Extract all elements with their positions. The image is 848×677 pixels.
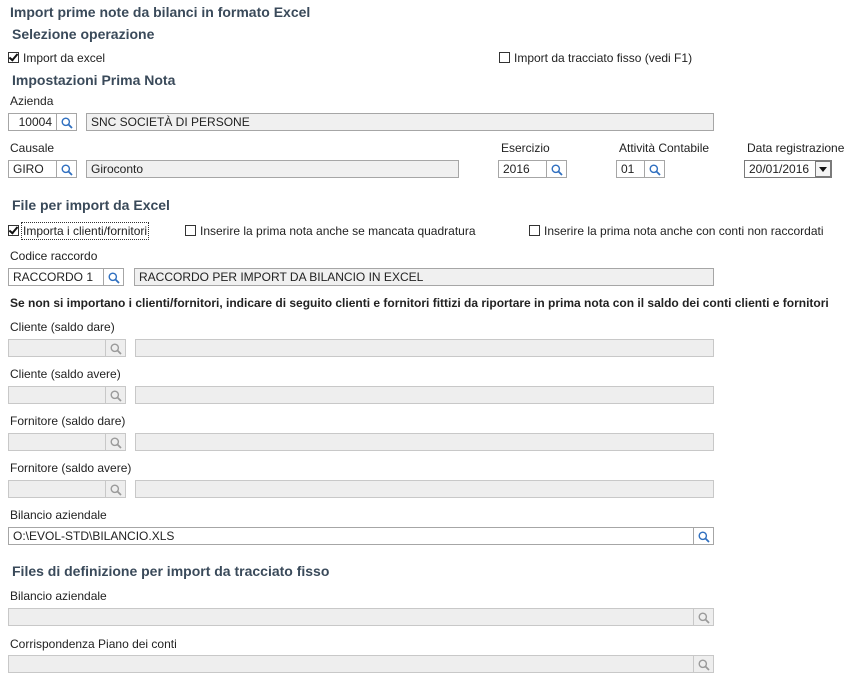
section-title-operation: Selezione operazione bbox=[12, 26, 155, 42]
chevron-down-icon[interactable] bbox=[815, 161, 831, 177]
search-icon bbox=[698, 612, 710, 624]
azienda-description: SNC SOCIETÀ DI PERSONE bbox=[86, 113, 714, 131]
section-title-settings: Impostazioni Prima Nota bbox=[12, 72, 176, 88]
bilancio-excel-browse-button[interactable] bbox=[694, 527, 714, 545]
bilancio-fisso-input[interactable] bbox=[8, 608, 694, 626]
clienti-fornitori-note: Se non si importano i clienti/fornitori,… bbox=[10, 296, 829, 310]
causale-search-button[interactable] bbox=[57, 160, 77, 178]
search-icon bbox=[551, 164, 563, 176]
search-icon bbox=[110, 484, 122, 496]
import-clienti-checkbox[interactable] bbox=[8, 225, 19, 237]
import-fixed-checkbox[interactable] bbox=[499, 52, 510, 64]
search-icon bbox=[61, 117, 73, 129]
search-icon bbox=[110, 437, 122, 449]
import-excel-label: Import da excel bbox=[23, 50, 106, 65]
cliente-avere-description bbox=[135, 386, 714, 404]
import-clienti-label: Importa i clienti/fornitori bbox=[20, 221, 150, 240]
esercizio-input[interactable]: 2016 bbox=[498, 160, 547, 178]
azienda-code-input[interactable]: 10004 bbox=[8, 113, 57, 131]
bilancio-fisso-label: Bilancio aziendale bbox=[10, 589, 107, 603]
esercizio-search-button[interactable] bbox=[547, 160, 567, 178]
fornitore-dare-search-button[interactable] bbox=[106, 433, 126, 451]
cliente-avere-search-button[interactable] bbox=[106, 386, 126, 404]
conti-non-raccordati-option[interactable]: Inserire la prima nota anche con conti n… bbox=[529, 223, 824, 238]
bilancio-excel-label: Bilancio aziendale bbox=[10, 508, 107, 522]
azienda-search-button[interactable] bbox=[57, 113, 77, 131]
fornitore-dare-label: Fornitore (saldo dare) bbox=[10, 414, 126, 428]
data-registrazione-value: 20/01/2016 bbox=[749, 162, 810, 176]
section-title-excel: File per import da Excel bbox=[12, 197, 170, 213]
search-icon bbox=[649, 164, 661, 176]
bilancio-fisso-browse-button[interactable] bbox=[694, 608, 714, 626]
causale-label: Causale bbox=[10, 141, 55, 155]
fornitore-dare-input[interactable] bbox=[8, 433, 106, 451]
cliente-dare-label: Cliente (saldo dare) bbox=[10, 320, 115, 334]
mancata-quadratura-label: Inserire la prima nota anche se mancata … bbox=[200, 223, 476, 238]
cliente-avere-input[interactable] bbox=[8, 386, 106, 404]
attivita-search-button[interactable] bbox=[645, 160, 665, 178]
import-excel-checkbox[interactable] bbox=[8, 52, 19, 64]
search-icon bbox=[108, 272, 120, 284]
codice-raccordo-search-button[interactable] bbox=[104, 268, 124, 286]
codice-raccordo-description: RACCORDO PER IMPORT DA BILANCIO IN EXCEL bbox=[134, 268, 714, 286]
search-icon bbox=[61, 164, 73, 176]
fornitore-dare-description bbox=[135, 433, 714, 451]
data-registrazione-label: Data registrazione bbox=[747, 141, 845, 155]
piano-conti-input[interactable] bbox=[8, 655, 694, 673]
azienda-label: Azienda bbox=[10, 94, 54, 108]
codice-raccordo-input[interactable]: RACCORDO 1 bbox=[8, 268, 104, 286]
causale-description: Giroconto bbox=[86, 160, 459, 178]
piano-conti-browse-button[interactable] bbox=[694, 655, 714, 673]
bilancio-excel-input[interactable]: O:\EVOL-STD\BILANCIO.XLS bbox=[8, 527, 694, 545]
fornitore-avere-label: Fornitore (saldo avere) bbox=[10, 461, 132, 475]
search-icon bbox=[698, 531, 710, 543]
search-icon bbox=[110, 390, 122, 402]
fornitore-avere-input[interactable] bbox=[8, 480, 106, 498]
cliente-dare-input[interactable] bbox=[8, 339, 106, 357]
cliente-dare-search-button[interactable] bbox=[106, 339, 126, 357]
import-clienti-option[interactable]: Importa i clienti/fornitori bbox=[8, 221, 150, 240]
section-title-fixed: Files di definizione per import da tracc… bbox=[12, 563, 330, 579]
search-icon bbox=[110, 343, 122, 355]
esercizio-label: Esercizio bbox=[501, 141, 550, 155]
fornitore-avere-search-button[interactable] bbox=[106, 480, 126, 498]
mancata-quadratura-checkbox[interactable] bbox=[185, 225, 196, 237]
piano-conti-label: Corrispondenza Piano dei conti bbox=[10, 637, 177, 651]
fornitore-avere-description bbox=[135, 480, 714, 498]
import-excel-option[interactable]: Import da excel bbox=[8, 50, 105, 65]
import-fixed-label: Import da tracciato fisso (vedi F1) bbox=[514, 50, 693, 65]
attivita-input[interactable]: 01 bbox=[616, 160, 645, 178]
import-fixed-option[interactable]: Import da tracciato fisso (vedi F1) bbox=[499, 50, 692, 65]
cliente-dare-description bbox=[135, 339, 714, 357]
mancata-quadratura-option[interactable]: Inserire la prima nota anche se mancata … bbox=[185, 223, 476, 238]
codice-raccordo-label: Codice raccordo bbox=[10, 249, 98, 263]
conti-non-raccordati-label: Inserire la prima nota anche con conti n… bbox=[544, 223, 824, 238]
cliente-avere-label: Cliente (saldo avere) bbox=[10, 367, 121, 381]
search-icon bbox=[698, 659, 710, 671]
causale-code-input[interactable]: GIRO bbox=[8, 160, 57, 178]
conti-non-raccordati-checkbox[interactable] bbox=[529, 225, 540, 237]
attivita-label: Attività Contabile bbox=[619, 141, 710, 155]
page-title: Import prime note da bilanci in formato … bbox=[10, 4, 311, 20]
